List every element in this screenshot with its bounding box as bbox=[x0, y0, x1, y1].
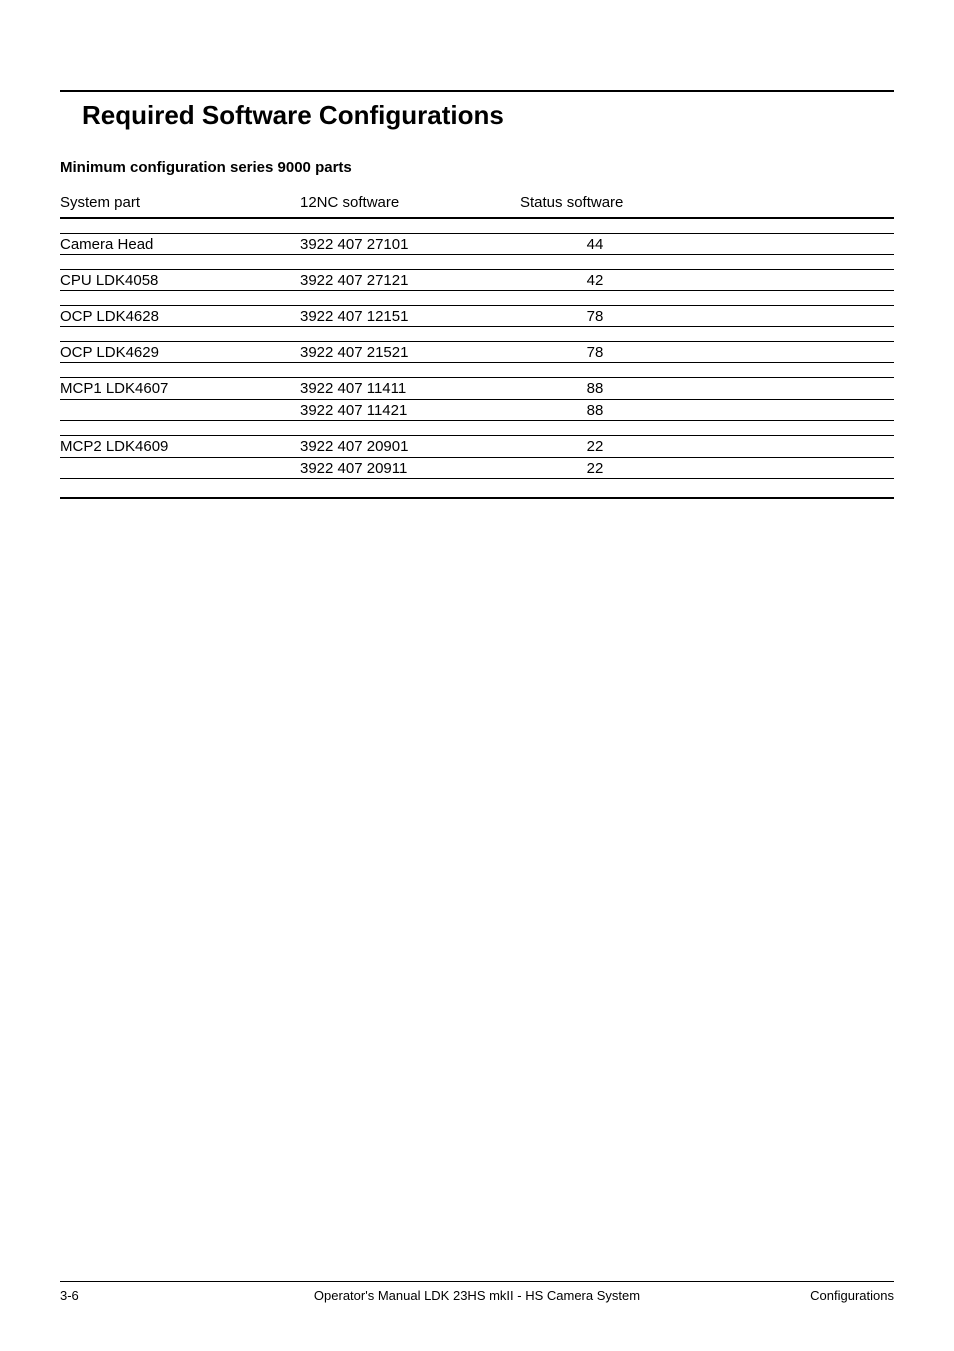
footer-title: Operator's Manual LDK 23HS mkII - HS Cam… bbox=[269, 1288, 686, 1303]
cell-status-software: 22 bbox=[520, 460, 670, 477]
table-row: 3922 407 1142188 bbox=[60, 399, 894, 421]
section-title: Required Software Configurations bbox=[60, 100, 894, 131]
cell-status-software: 88 bbox=[520, 380, 670, 397]
cell-status-software: 78 bbox=[520, 308, 670, 325]
table-header-row: System part 12NC software Status softwar… bbox=[60, 194, 894, 219]
table-row: CPU LDK40583922 407 2712142 bbox=[60, 269, 894, 291]
cell-12nc-software: 3922 407 11411 bbox=[300, 380, 520, 397]
header-12nc-software: 12NC software bbox=[300, 194, 520, 211]
table-row: OCP LDK46293922 407 2152178 bbox=[60, 341, 894, 363]
cell-12nc-software: 3922 407 20911 bbox=[300, 460, 520, 477]
cell-12nc-software: 3922 407 27101 bbox=[300, 236, 520, 253]
cell-12nc-software: 3922 407 21521 bbox=[300, 344, 520, 361]
config-table: System part 12NC software Status softwar… bbox=[60, 194, 894, 499]
cell-status-software: 22 bbox=[520, 438, 670, 455]
cell-12nc-software: 3922 407 20901 bbox=[300, 438, 520, 455]
footer-section: Configurations bbox=[686, 1288, 895, 1303]
table-row: Camera Head3922 407 2710144 bbox=[60, 233, 894, 255]
cell-12nc-software: 3922 407 12151 bbox=[300, 308, 520, 325]
header-status-software: Status software bbox=[520, 194, 670, 211]
page-number: 3-6 bbox=[60, 1288, 269, 1303]
cell-system-part: Camera Head bbox=[60, 236, 300, 253]
cell-system-part: MCP2 LDK4609 bbox=[60, 438, 300, 455]
cell-system-part: OCP LDK4629 bbox=[60, 344, 300, 361]
table-row: OCP LDK46283922 407 1215178 bbox=[60, 305, 894, 327]
cell-status-software: 42 bbox=[520, 272, 670, 289]
table-row: 3922 407 2091122 bbox=[60, 457, 894, 479]
page-footer: 3-6 Operator's Manual LDK 23HS mkII - HS… bbox=[60, 1281, 894, 1303]
cell-12nc-software: 3922 407 27121 bbox=[300, 272, 520, 289]
cell-system-part: MCP1 LDK4607 bbox=[60, 380, 300, 397]
cell-system-part: CPU LDK4058 bbox=[60, 272, 300, 289]
cell-status-software: 44 bbox=[520, 236, 670, 253]
subhead: Minimum configuration series 9000 parts bbox=[60, 159, 894, 176]
cell-status-software: 88 bbox=[520, 402, 670, 419]
cell-12nc-software: 3922 407 11421 bbox=[300, 402, 520, 419]
cell-status-software: 78 bbox=[520, 344, 670, 361]
table-row: MCP1 LDK46073922 407 1141188 bbox=[60, 377, 894, 399]
table-row: MCP2 LDK46093922 407 2090122 bbox=[60, 435, 894, 457]
header-system-part: System part bbox=[60, 194, 300, 211]
cell-system-part: OCP LDK4628 bbox=[60, 308, 300, 325]
